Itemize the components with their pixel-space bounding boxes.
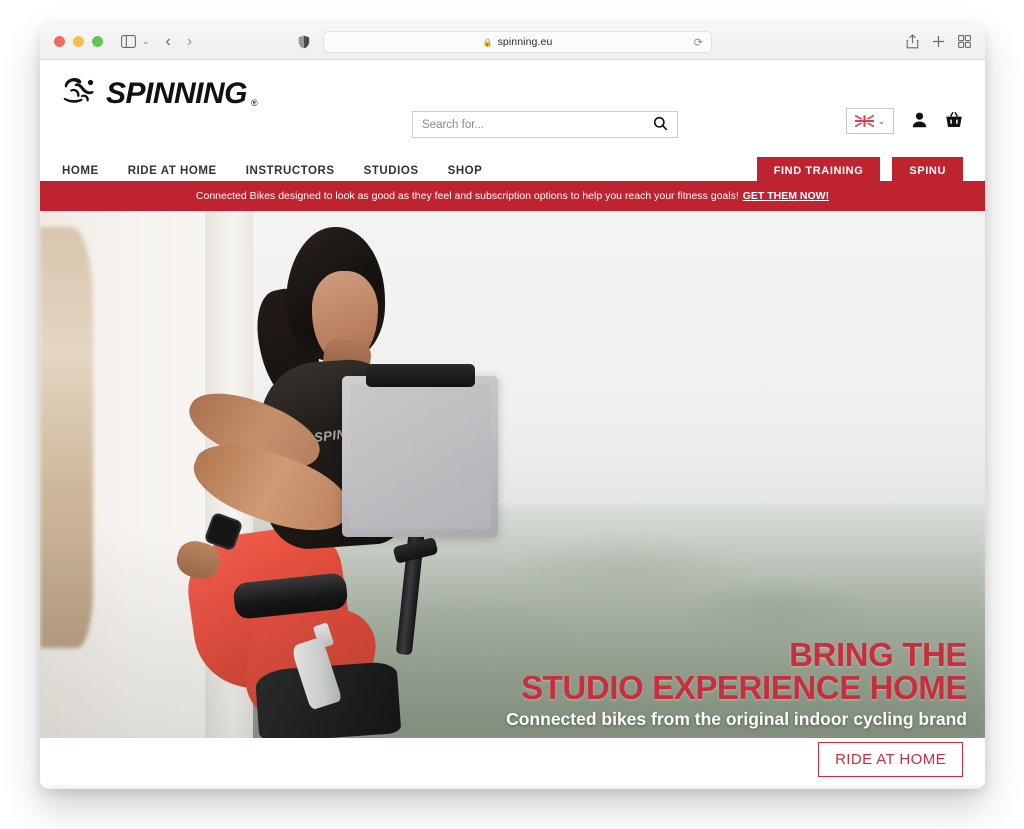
close-window-button[interactable]: [54, 36, 65, 47]
nav-item-instructors[interactable]: INSTRUCTORS: [246, 165, 335, 177]
bottom-fade: [40, 783, 985, 789]
ride-at-home-button[interactable]: RIDE AT HOME: [818, 742, 963, 777]
announcement-link[interactable]: GET THEM NOW!: [743, 190, 829, 202]
site-logo[interactable]: SPINNING ®: [62, 74, 258, 113]
uk-flag-icon: [854, 115, 874, 127]
search-input[interactable]: [422, 118, 653, 131]
browser-window: ⌄ ‹ › 🔒 spinning.eu ⟳ SPINNING ® Search …: [40, 24, 985, 789]
window-controls: [54, 36, 103, 47]
minimize-window-button[interactable]: [73, 36, 84, 47]
hero-copy: BRING THE STUDIO EXPERIENCE HOME Connect…: [506, 638, 967, 730]
registered-mark: ®: [251, 98, 258, 108]
hero-headline-line2: STUDIO EXPERIENCE HOME: [521, 669, 967, 707]
language-selector[interactable]: ⌄: [846, 108, 894, 134]
page-content: SPINNING ® Search for... ⌄ HOME RIDE AT …: [40, 60, 985, 789]
spinning-cyclist-icon: [62, 74, 102, 113]
sidebar-chevron-down-icon[interactable]: ⌄: [142, 36, 150, 47]
header-actions: ⌄: [846, 108, 963, 134]
nav-item-shop[interactable]: SHOP: [448, 165, 483, 177]
nav-item-studios[interactable]: STUDIOS: [364, 165, 419, 177]
browser-toolbar: ⌄ ‹ › 🔒 spinning.eu ⟳: [40, 24, 985, 60]
account-button[interactable]: [912, 112, 927, 131]
chevron-down-icon: ⌄: [877, 115, 886, 126]
hero-headline-line1: BRING THE: [789, 635, 967, 673]
reload-icon[interactable]: ⟳: [694, 36, 703, 49]
tab-overview-icon[interactable]: [958, 35, 971, 48]
sidebar-icon[interactable]: [121, 35, 136, 48]
nav-item-ride-at-home[interactable]: RIDE AT HOME: [128, 165, 217, 177]
hero-section: SPIN: [40, 211, 985, 738]
search-icon: [653, 116, 668, 134]
url-text: spinning.eu: [497, 36, 553, 48]
privacy-shield-icon[interactable]: [298, 35, 310, 49]
share-icon[interactable]: [906, 34, 919, 49]
hero-subheadline: Connected bikes from the original indoor…: [506, 709, 967, 729]
forward-button[interactable]: ›: [187, 33, 192, 50]
search-button[interactable]: [653, 116, 668, 134]
cart-button[interactable]: [945, 111, 963, 131]
site-logo-text: SPINNING: [106, 76, 248, 110]
basket-icon: [945, 111, 963, 131]
maximize-window-button[interactable]: [92, 36, 103, 47]
user-icon: [912, 112, 927, 131]
search-box[interactable]: [412, 111, 678, 138]
site-header: SPINNING ® Search for... ⌄: [40, 60, 985, 152]
plus-icon[interactable]: [932, 35, 945, 48]
nav-item-home[interactable]: HOME: [62, 165, 99, 177]
announcement-banner: Connected Bikes designed to look as good…: [40, 181, 985, 211]
back-button[interactable]: ‹: [166, 33, 171, 50]
address-bar[interactable]: 🔒 spinning.eu ⟳: [323, 31, 712, 53]
lock-icon: 🔒: [482, 37, 493, 47]
announcement-text: Connected Bikes designed to look as good…: [195, 190, 739, 202]
below-hero-section: RIDE AT HOME: [40, 738, 985, 789]
